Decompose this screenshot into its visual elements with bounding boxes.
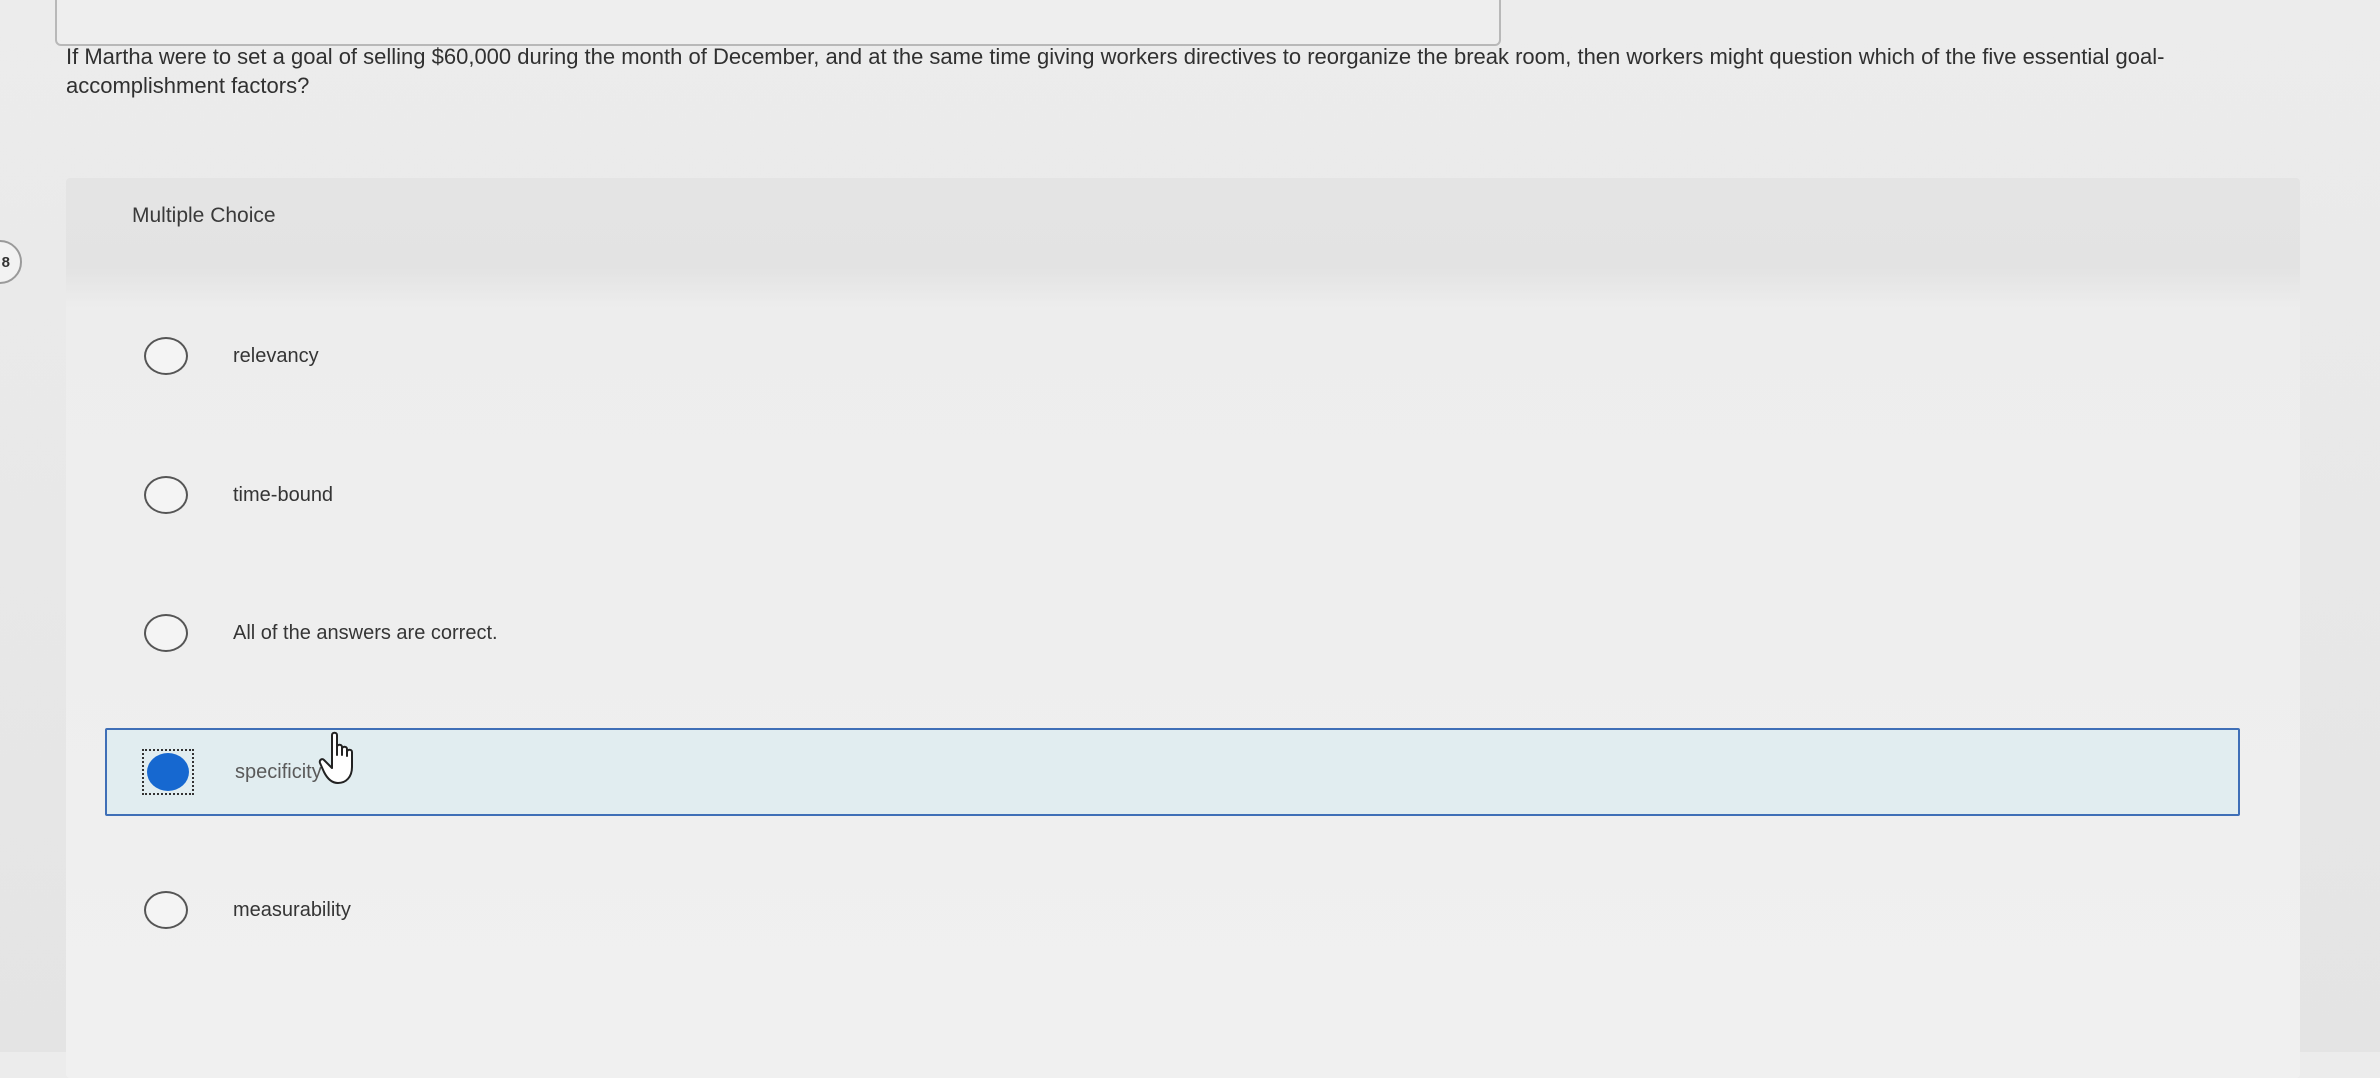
- hand-pointer-icon: [318, 731, 353, 784]
- question-type-label: Multiple Choice: [132, 204, 276, 227]
- option-label: All of the answers are correct.: [233, 621, 498, 644]
- radio-button-selected[interactable]: [147, 753, 189, 791]
- option-specificity[interactable]: specificity: [105, 728, 2240, 816]
- question-number: 8: [1, 253, 10, 271]
- radio-button[interactable]: [144, 337, 188, 375]
- radio-focus-ring[interactable]: [142, 749, 194, 795]
- option-label: specificity: [235, 760, 322, 783]
- option-label: relevancy: [233, 344, 319, 367]
- radio-button[interactable]: [144, 614, 188, 652]
- radio-button[interactable]: [144, 476, 188, 514]
- question-number-badge[interactable]: 8: [0, 240, 22, 284]
- option-label: measurability: [233, 898, 351, 921]
- option-relevancy[interactable]: relevancy: [105, 312, 2240, 400]
- question-text: If Martha were to set a goal of selling …: [66, 44, 2165, 98]
- previous-panel-edge: [55, 0, 1501, 46]
- radio-button[interactable]: [144, 891, 188, 929]
- option-measurability[interactable]: measurability: [105, 866, 2240, 954]
- option-all-correct[interactable]: All of the answers are correct.: [105, 589, 2240, 677]
- option-time-bound[interactable]: time-bound: [105, 451, 2240, 539]
- option-label: time-bound: [233, 483, 334, 506]
